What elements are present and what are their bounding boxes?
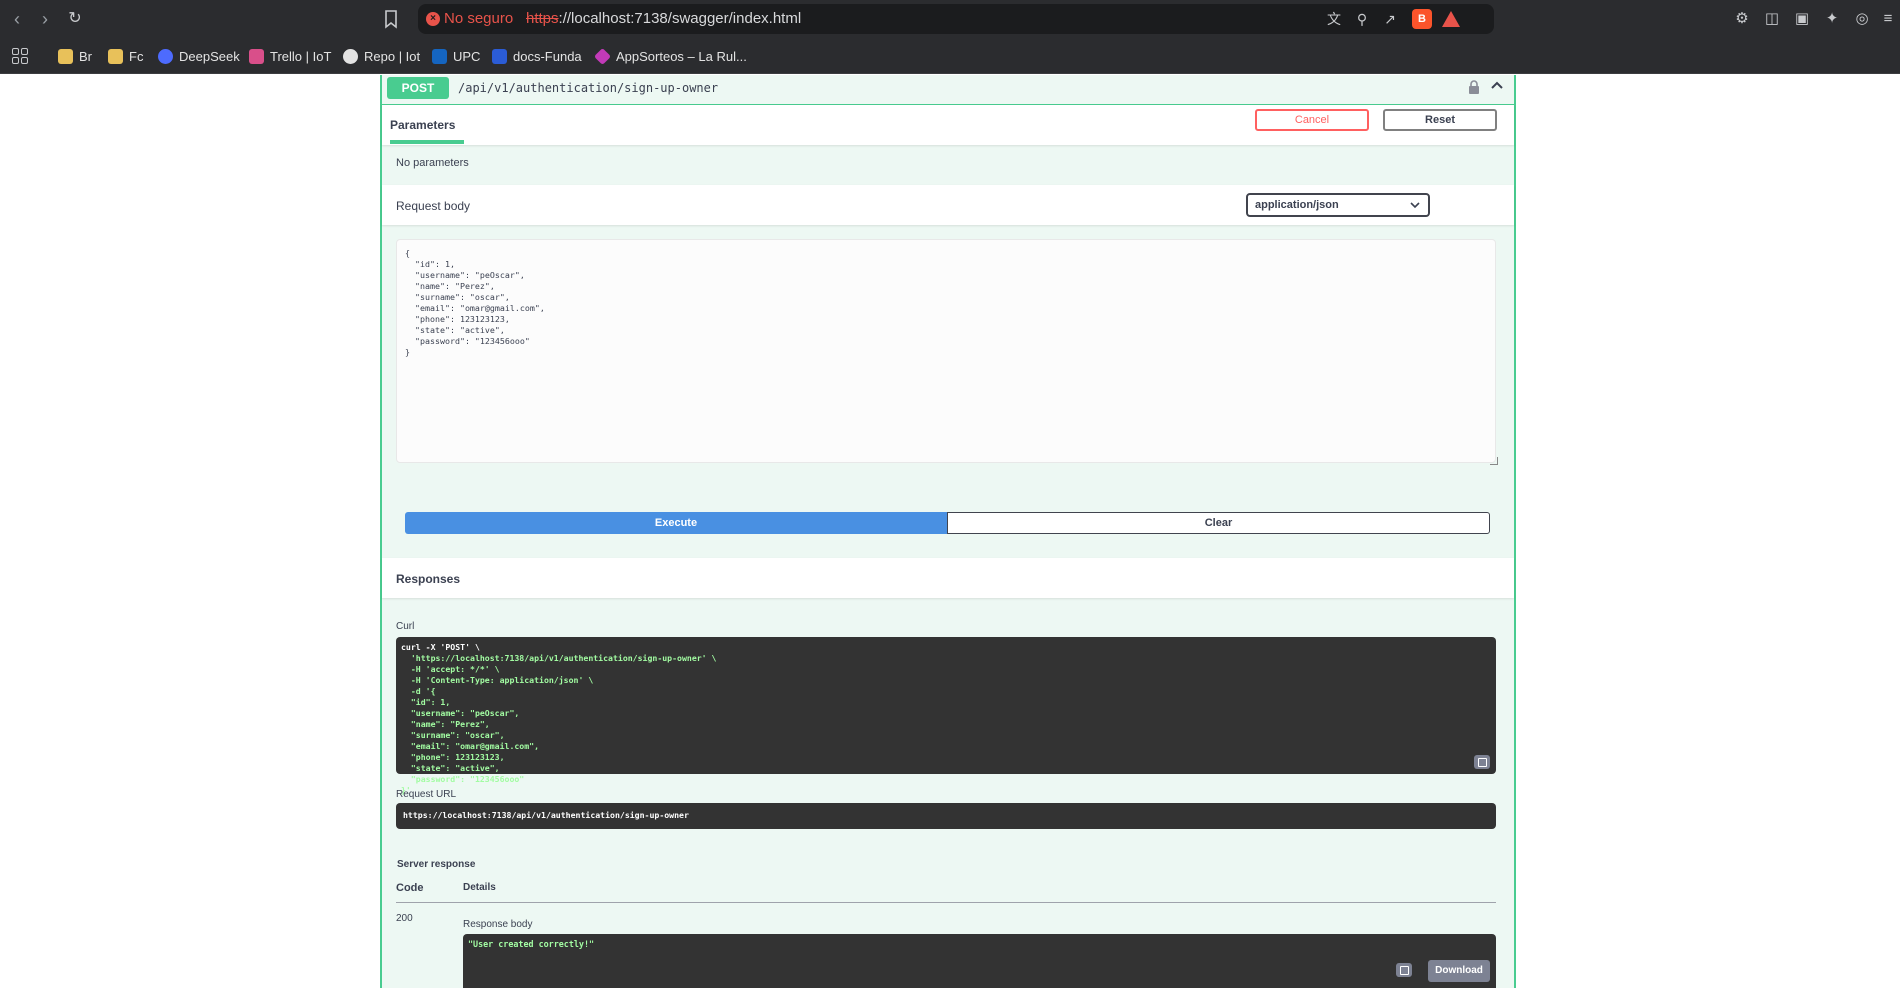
translate-icon[interactable]: 文 [1324, 9, 1344, 29]
cancel-button[interactable]: Cancel [1255, 109, 1369, 131]
curl-line: -H 'Content-Type: application/json' \ [401, 675, 594, 685]
bookmark-page-icon[interactable] [380, 8, 402, 30]
forward-icon[interactable]: › [34, 8, 56, 30]
request-url-value[interactable]: https://localhost:7138/api/v1/authentica… [396, 803, 1496, 829]
parameters-header: Parameters Cancel Reset [382, 105, 1514, 145]
address-bar[interactable]: × No seguro https://localhost:7138/swagg… [418, 4, 1494, 34]
sidebar-icon[interactable]: ◫ [1762, 9, 1782, 29]
resize-handle-icon[interactable] [1490, 457, 1498, 465]
content-type-select[interactable]: application/json [1246, 193, 1430, 217]
reload-icon[interactable]: ↻ [64, 8, 86, 30]
folder-icon [108, 48, 123, 64]
bookmarks-bar: Br Fc DeepSeek Trello | IoT Repo | Iot U… [0, 38, 1900, 74]
method-badge: POST [387, 77, 449, 99]
apps-grid-icon[interactable] [12, 48, 28, 64]
bookmark-upc[interactable]: UPC [432, 45, 480, 67]
download-button[interactable]: Download [1428, 960, 1490, 982]
extensions-icon[interactable]: ⚙ [1732, 9, 1752, 29]
bookmark-label: Br [79, 48, 92, 64]
bookmark-label: UPC [453, 48, 481, 64]
operation-path: /api/v1/authentication/sign-up-owner [458, 81, 719, 95]
copy-curl-icon[interactable] [1474, 755, 1490, 769]
bookmark-label: Trello | IoT [270, 48, 332, 64]
url-protocol: https [526, 10, 559, 27]
word-icon [492, 48, 507, 64]
curl-line: "username": "peOscar", [401, 708, 520, 718]
execute-button[interactable]: Execute [405, 512, 947, 534]
back-icon[interactable]: ‹ [6, 8, 28, 30]
curl-line: "email": "omar@gmail.com", [401, 741, 540, 751]
request-body-editor[interactable]: { "id": 1, "username": "peOscar", "name"… [396, 239, 1496, 463]
url-rest: ://localhost:7138/swagger/index.html [558, 10, 802, 27]
clear-button[interactable]: Clear [947, 512, 1490, 534]
reset-button[interactable]: Reset [1383, 109, 1497, 131]
response-body-label: Response body [463, 919, 533, 930]
browser-toolbar: ‹ › ↻ × No seguro https://localhost:7138… [0, 0, 1900, 38]
no-parameters-text: No parameters [396, 157, 469, 169]
tab-active-indicator [390, 140, 464, 144]
response-body-block[interactable]: "User created correctly!" [463, 934, 1496, 988]
content-type-value: application/json [1255, 199, 1339, 211]
app-icon [594, 47, 611, 65]
vpn-icon[interactable]: ◎ [1852, 9, 1872, 29]
bookmark-repo-iot[interactable]: Repo | Iot [343, 45, 420, 67]
folder-icon [58, 48, 73, 64]
bookmark-deepseek[interactable]: DeepSeek [158, 45, 240, 67]
brave-rewards-icon[interactable] [1442, 11, 1460, 27]
curl-line: "phone": 123123123, [401, 752, 505, 762]
operation-summary[interactable]: POST /api/v1/authentication/sign-up-owne… [382, 75, 1514, 105]
curl-line: 'https://localhost:7138/api/v1/authentic… [401, 653, 717, 663]
bookmark-docs-funda[interactable]: docs-Funda [492, 45, 582, 67]
responses-header: Responses [382, 558, 1514, 598]
curl-line: -H 'accept: */*' \ [401, 664, 500, 674]
leo-ai-icon[interactable]: ✦ [1822, 9, 1842, 29]
bookmark-trello[interactable]: Trello | IoT [249, 45, 331, 67]
chevron-up-icon[interactable] [1490, 78, 1504, 95]
column-code-header: Code [396, 882, 424, 894]
response-status-code: 200 [396, 913, 413, 924]
bookmark-br[interactable]: Br [58, 45, 92, 67]
wallet-icon[interactable]: ▣ [1792, 9, 1812, 29]
request-body-header: Request body application/json [382, 185, 1514, 225]
tab-parameters[interactable]: Parameters [390, 118, 455, 132]
column-details-header: Details [463, 882, 496, 893]
curl-line: "name": "Perez", [401, 719, 490, 729]
server-response-label: Server response [397, 859, 476, 870]
curl-line: "id": 1, [401, 697, 451, 707]
brave-shields-icon[interactable]: B [1412, 9, 1432, 29]
curl-line: -d '{ [401, 686, 436, 696]
url-text[interactable]: https://localhost:7138/swagger/index.htm… [526, 10, 801, 27]
curl-line: "surname": "oscar", [401, 730, 505, 740]
trello-icon [249, 48, 264, 64]
bookmark-label: Repo | Iot [364, 48, 421, 64]
table-divider [396, 902, 1496, 903]
curl-line: "state": "active", [401, 763, 500, 773]
deepseek-icon [158, 48, 173, 64]
curl-command: curl -X 'POST' \ [401, 642, 480, 652]
menu-icon[interactable]: ≡ [1878, 9, 1898, 29]
chevron-down-icon [1410, 195, 1420, 223]
responses-title: Responses [396, 572, 461, 586]
bookmark-label: AppSorteos – La Rul... [616, 48, 747, 64]
not-secure-label: No seguro [444, 10, 514, 27]
bookmark-appsorteos[interactable]: AppSorteos – La Rul... [594, 45, 747, 67]
curl-label: Curl [396, 621, 415, 632]
request-url-label: Request URL [396, 789, 457, 800]
lock-icon[interactable] [1468, 80, 1480, 94]
bookmark-fc[interactable]: Fc [108, 45, 143, 67]
upc-icon [432, 48, 447, 64]
curl-code-block[interactable]: curl -X 'POST' \ 'https://localhost:7138… [396, 637, 1496, 795]
curl-line: "password": "123456ooo" [401, 774, 525, 784]
request-body-label: Request body [396, 199, 471, 213]
bookmark-label: Fc [129, 48, 144, 64]
bookmark-label: docs-Funda [513, 48, 582, 64]
not-secure-icon: × [426, 12, 440, 26]
zoom-icon[interactable]: ⚲ [1352, 9, 1372, 29]
github-icon [343, 48, 358, 64]
copy-response-icon[interactable] [1396, 963, 1412, 977]
swagger-page: POST /api/v1/authentication/sign-up-owne… [0, 75, 1900, 988]
operation-block-post: POST /api/v1/authentication/sign-up-owne… [380, 75, 1516, 988]
bookmark-label: DeepSeek [179, 48, 240, 64]
share-icon[interactable]: ↗ [1380, 9, 1400, 29]
